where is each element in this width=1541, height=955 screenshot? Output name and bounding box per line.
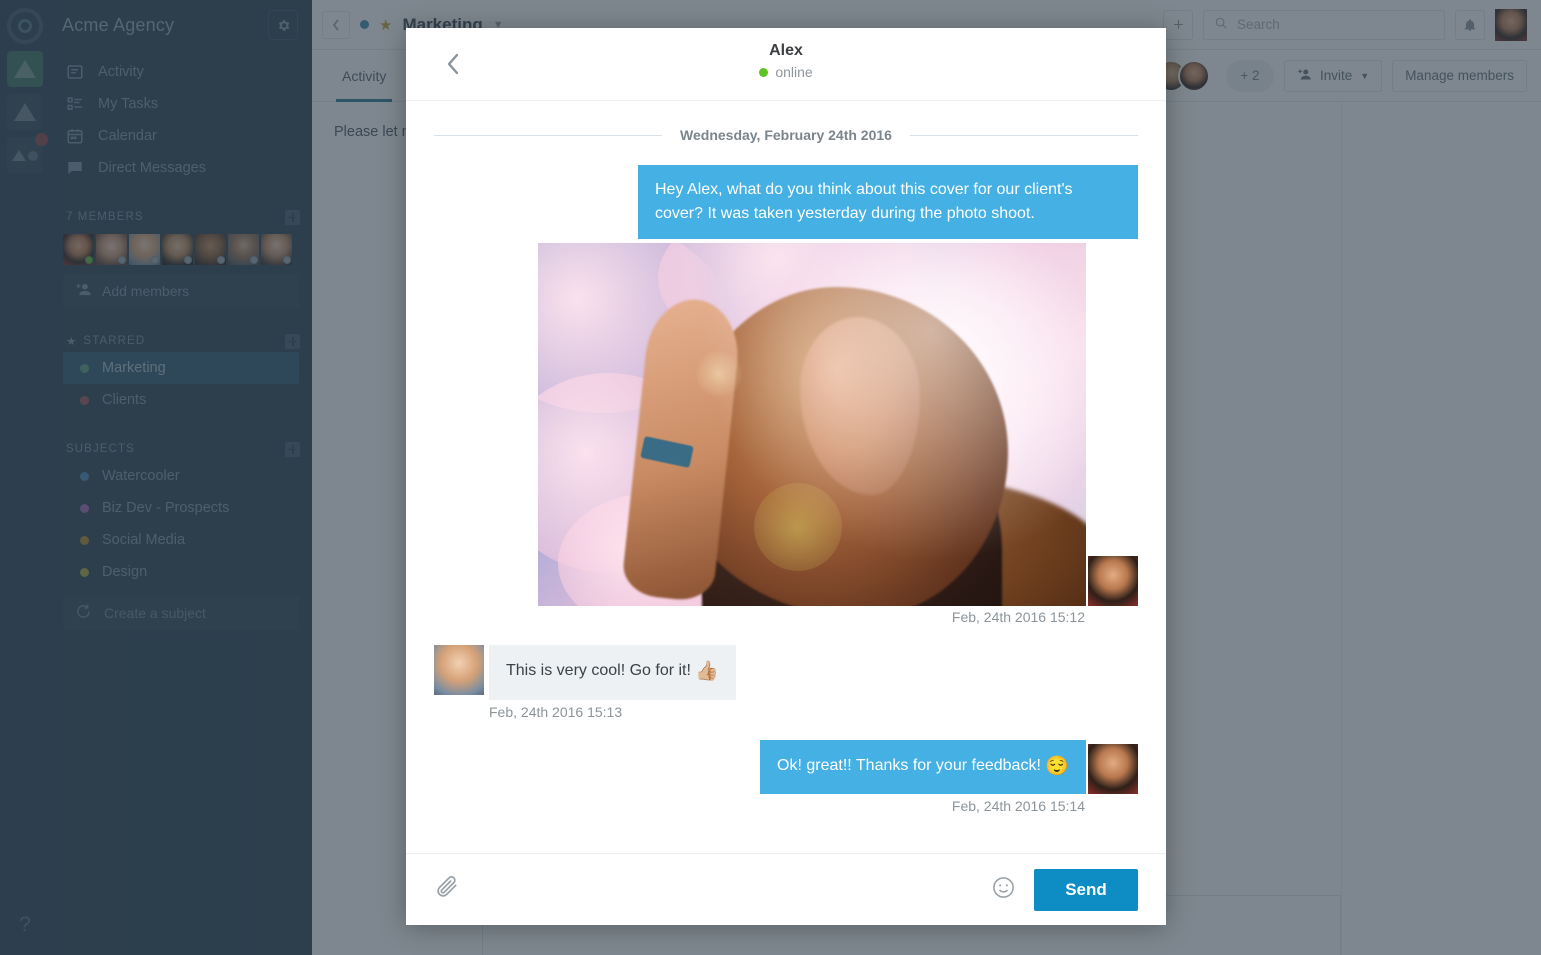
message-timestamp: Feb, 24th 2016 15:13 xyxy=(489,703,623,720)
modal-contact-info: Alex online xyxy=(406,42,1166,80)
message-row xyxy=(434,243,1138,606)
message-timestamp: Feb, 24th 2016 15:12 xyxy=(951,609,1085,625)
message-list[interactable]: Wednesday, February 24th 2016 Hey Alex, … xyxy=(406,101,1166,853)
modal-footer: Send xyxy=(406,853,1166,925)
message-image-attachment[interactable] xyxy=(538,243,1086,606)
modal-header: Alex online xyxy=(406,28,1166,101)
contact-name: Alex xyxy=(769,42,803,59)
avatar[interactable] xyxy=(1088,556,1138,606)
direct-message-modal: Alex online Wednesday, February 24th 201… xyxy=(406,28,1166,925)
message-row: Hey Alex, what do you think about this c… xyxy=(434,165,1138,239)
divider-line-left xyxy=(434,134,663,136)
contact-status: online xyxy=(406,64,1166,80)
divider-line-right xyxy=(909,134,1139,136)
message-text: This is very cool! Go for it! xyxy=(506,662,696,679)
message-row: This is very cool! Go for it! 👍🏼 xyxy=(434,645,1138,700)
date-divider: Wednesday, February 24th 2016 xyxy=(434,127,1139,143)
online-status-dot xyxy=(759,67,769,77)
message-row: Ok! great!! Thanks for your feedback! 😌 xyxy=(434,739,1138,794)
avatar[interactable] xyxy=(434,645,484,695)
glow-overlay xyxy=(538,243,1086,606)
message-text: Ok! great!! Thanks for your feedback! xyxy=(777,756,1046,774)
message-bubble-incoming[interactable]: This is very cool! Go for it! 👍🏼 xyxy=(489,645,737,700)
status-label: online xyxy=(775,64,813,80)
send-button[interactable]: Send xyxy=(1034,868,1138,911)
message-timestamp: Feb, 24th 2016 15:14 xyxy=(951,798,1085,814)
thumbs-up-emoji: 👍🏼 xyxy=(695,661,720,682)
paperclip-icon[interactable] xyxy=(434,874,460,905)
message-bubble-outgoing[interactable]: Hey Alex, what do you think about this c… xyxy=(638,165,1138,239)
date-divider-label: Wednesday, February 24th 2016 xyxy=(680,127,892,143)
avatar[interactable] xyxy=(1088,744,1138,794)
relieved-face-emoji: 😌 xyxy=(1045,755,1069,777)
smiley-icon[interactable] xyxy=(991,875,1016,905)
message-bubble-outgoing[interactable]: Ok! great!! Thanks for your feedback! 😌 xyxy=(760,739,1086,794)
